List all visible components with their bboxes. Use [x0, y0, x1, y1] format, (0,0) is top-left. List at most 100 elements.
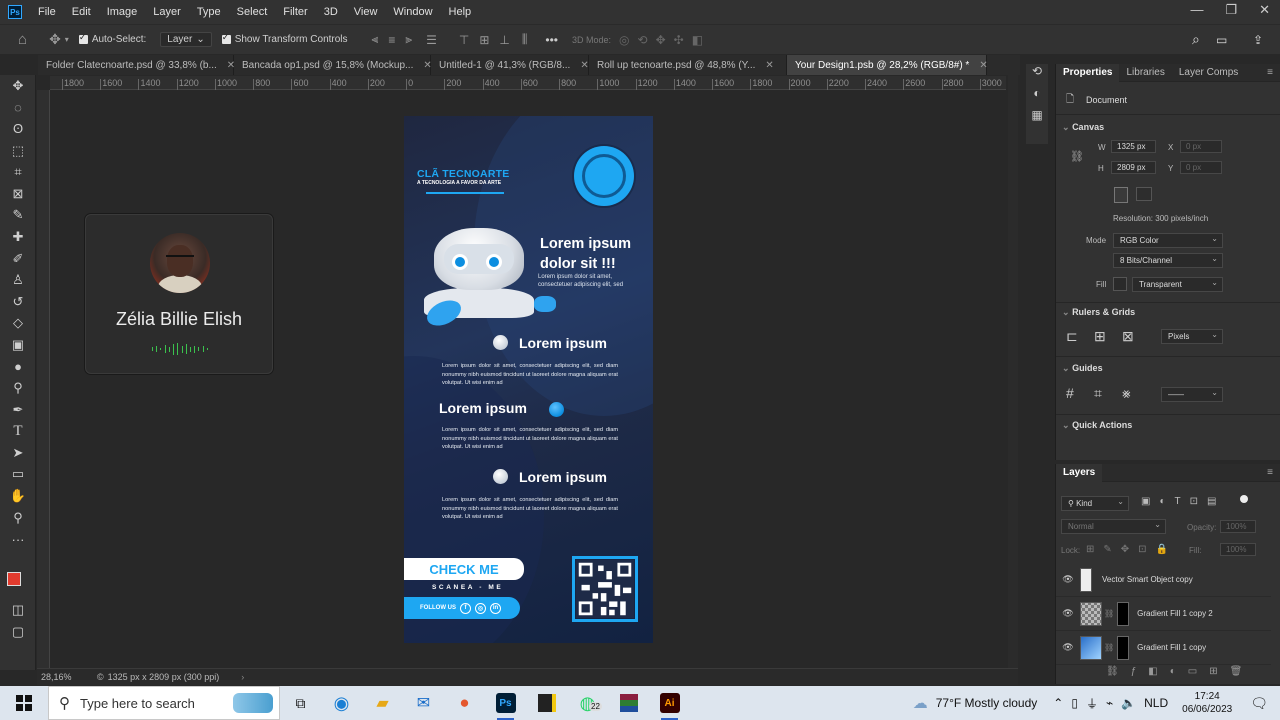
menu-help[interactable]: Help: [441, 6, 480, 18]
mode-dropdown[interactable]: RGB Color: [1113, 232, 1223, 248]
align-middle-icon[interactable]: ⊞: [479, 33, 489, 47]
clock[interactable]: 17:24 06/06/2023: [1182, 690, 1232, 716]
sticky-notes-icon[interactable]: [526, 686, 567, 720]
home-icon[interactable]: ⌂: [18, 31, 27, 48]
width-field[interactable]: 1325 px: [1111, 140, 1156, 153]
edit-toolbar-icon[interactable]: ···: [0, 528, 36, 550]
menu-filter[interactable]: Filter: [275, 6, 315, 18]
menu-layer[interactable]: Layer: [145, 6, 189, 18]
checkbox-icon[interactable]: [221, 32, 231, 44]
tab-libraries[interactable]: Libraries: [1119, 64, 1171, 82]
rulers-grids-title[interactable]: ⌄ Rulers & Grids: [1062, 307, 1135, 318]
layer-name[interactable]: Vector Smart Object copy: [1102, 575, 1193, 584]
adjustments-icon[interactable]: ◐: [1026, 86, 1048, 108]
chevron-down-icon[interactable]: ▾: [65, 35, 69, 44]
mail-icon[interactable]: ✉: [403, 686, 444, 720]
align-top-icon[interactable]: ⊤: [459, 33, 469, 47]
kind-filter-dropdown[interactable]: ⚲ Kind: [1061, 495, 1129, 511]
quick-actions-title[interactable]: ⌄ Quick Actions: [1062, 420, 1132, 431]
whatsapp-icon[interactable]: ◍ 22: [567, 686, 608, 720]
layer-row[interactable]: 👁 ⛓ Gradient Fill 1 copy: [1056, 631, 1271, 665]
3d-orbit-icon[interactable]: ◎: [619, 33, 629, 47]
layer-filter-icons[interactable]: ▣◐T⊡▤: [1141, 496, 1225, 507]
tab-bancada[interactable]: Bancada op1.psd @ 15,8% (Mockup... ✕: [234, 55, 432, 75]
close-tab-icon[interactable]: ✕: [580, 60, 588, 71]
filter-toggle-icon[interactable]: [1240, 495, 1248, 503]
lasso-tool-icon[interactable]: ʘ: [0, 118, 36, 140]
task-view-icon[interactable]: ⧉: [280, 686, 321, 720]
auto-select-checkbox[interactable]: Auto-Select:: [78, 32, 146, 45]
weather-icon[interactable]: ☁: [913, 694, 928, 712]
pixel-grid-icon[interactable]: ⊠: [1122, 328, 1134, 345]
close-tab-icon[interactable]: ✕: [765, 60, 773, 71]
eyedropper-tool-icon[interactable]: ✎: [0, 205, 36, 227]
y-field[interactable]: 0 px: [1180, 161, 1222, 174]
file-explorer-icon[interactable]: ▰: [362, 686, 403, 720]
guide-clear-icon[interactable]: ⨳: [1122, 385, 1131, 402]
network-icon[interactable]: ⌁: [1106, 696, 1113, 710]
auto-select-dropdown[interactable]: Layer ⌄: [160, 32, 212, 47]
notifications-icon[interactable]: 🗨: [1250, 695, 1268, 712]
foreground-color-swatch[interactable]: [7, 572, 21, 586]
panel-menu-icon[interactable]: ≡: [1260, 64, 1280, 82]
ruler-toggle-icon[interactable]: ⊏: [1066, 328, 1078, 345]
menu-type[interactable]: Type: [189, 6, 229, 18]
minimize-icon[interactable]: —: [1190, 2, 1203, 18]
3d-slide-icon[interactable]: ✣: [674, 33, 684, 47]
layers-footer-icons[interactable]: ⛓ƒ◧◐▭⊞🗑: [1106, 666, 1254, 677]
bits-dropdown[interactable]: 8 Bits/Channel: [1113, 252, 1223, 268]
3d-camera-icon[interactable]: ◧: [692, 33, 703, 47]
gradient-tool-icon[interactable]: ▣: [0, 334, 36, 356]
pen-tool-icon[interactable]: ✒: [0, 399, 36, 421]
screen-mode-icon[interactable]: ▢: [0, 621, 36, 643]
opacity-field[interactable]: 100%: [1220, 520, 1256, 533]
move-tool-icon[interactable]: ✥: [49, 31, 61, 48]
distribute-icon[interactable]: ☰: [426, 33, 437, 47]
tab-untitled[interactable]: Untitled-1 @ 41,3% (RGB/8... ✕: [431, 55, 589, 75]
hand-tool-icon[interactable]: ✋: [0, 485, 36, 507]
menu-view[interactable]: View: [346, 6, 386, 18]
align-bottom-icon[interactable]: ⊥: [499, 33, 509, 47]
tab-folder-clatecnoarte[interactable]: Folder Clatecnoarte.psd @ 33,8% (b... ✕: [38, 55, 235, 75]
show-transform-checkbox[interactable]: Show Transform Controls: [221, 32, 348, 45]
history-icon[interactable]: ⟲: [1026, 64, 1048, 86]
guide-style-dropdown[interactable]: ——: [1161, 386, 1223, 402]
fill-field[interactable]: 100%: [1220, 543, 1256, 556]
design-canvas[interactable]: CLÃ TECNOARTE A TECNOLOGIA A FAVOR DA AR…: [404, 116, 653, 643]
portrait-icon[interactable]: [1114, 187, 1128, 203]
menu-select[interactable]: Select: [229, 6, 276, 18]
menu-image[interactable]: Image: [99, 6, 146, 18]
marquee-tool-icon[interactable]: ◌: [0, 97, 36, 119]
checkbox-icon[interactable]: [78, 32, 88, 44]
menu-edit[interactable]: Edit: [64, 6, 99, 18]
quick-select-tool-icon[interactable]: ⬚: [0, 140, 36, 162]
blend-mode-dropdown[interactable]: Normal: [1061, 518, 1166, 534]
align-center-icon[interactable]: ≡: [388, 33, 395, 47]
close-tab-icon[interactable]: ✕: [979, 60, 987, 71]
menu-3d[interactable]: 3D: [316, 6, 346, 18]
path-select-tool-icon[interactable]: ➤: [0, 442, 36, 464]
type-tool-icon[interactable]: T: [0, 421, 36, 443]
fill-dropdown[interactable]: Transparent: [1132, 276, 1223, 292]
fill-swatch[interactable]: [1113, 277, 1127, 291]
distribute-v-icon[interactable]: ⫼: [522, 32, 528, 47]
canvas-section-title[interactable]: ⌄ Canvas: [1062, 122, 1104, 133]
edge-icon[interactable]: ◉: [321, 686, 362, 720]
eraser-tool-icon[interactable]: ◇: [0, 313, 36, 335]
more-options-icon[interactable]: •••: [545, 33, 558, 47]
history-brush-icon[interactable]: ↺: [0, 291, 36, 313]
landscape-icon[interactable]: [1136, 187, 1152, 201]
quick-mask-icon[interactable]: ◫: [0, 599, 36, 621]
chevron-right-icon[interactable]: ›: [241, 672, 244, 682]
swatches-icon[interactable]: ▦: [1026, 108, 1048, 130]
healing-brush-icon[interactable]: ✚: [0, 226, 36, 248]
brush-tool-icon[interactable]: ✐: [0, 248, 36, 270]
layer-name[interactable]: Gradient Fill 1 copy 2: [1137, 609, 1213, 618]
menu-window[interactable]: Window: [385, 6, 440, 18]
rectangle-tool-icon[interactable]: ▭: [0, 464, 36, 486]
tab-roll-up[interactable]: Roll up tecnoarte.psd @ 48,8% (Y... ✕: [589, 55, 787, 75]
dodge-tool-icon[interactable]: ⚲: [0, 377, 36, 399]
guides-title[interactable]: ⌄ Guides: [1062, 363, 1103, 374]
crop-tool-icon[interactable]: ⌗: [0, 161, 36, 183]
share-icon[interactable]: ⇪: [1253, 33, 1263, 47]
